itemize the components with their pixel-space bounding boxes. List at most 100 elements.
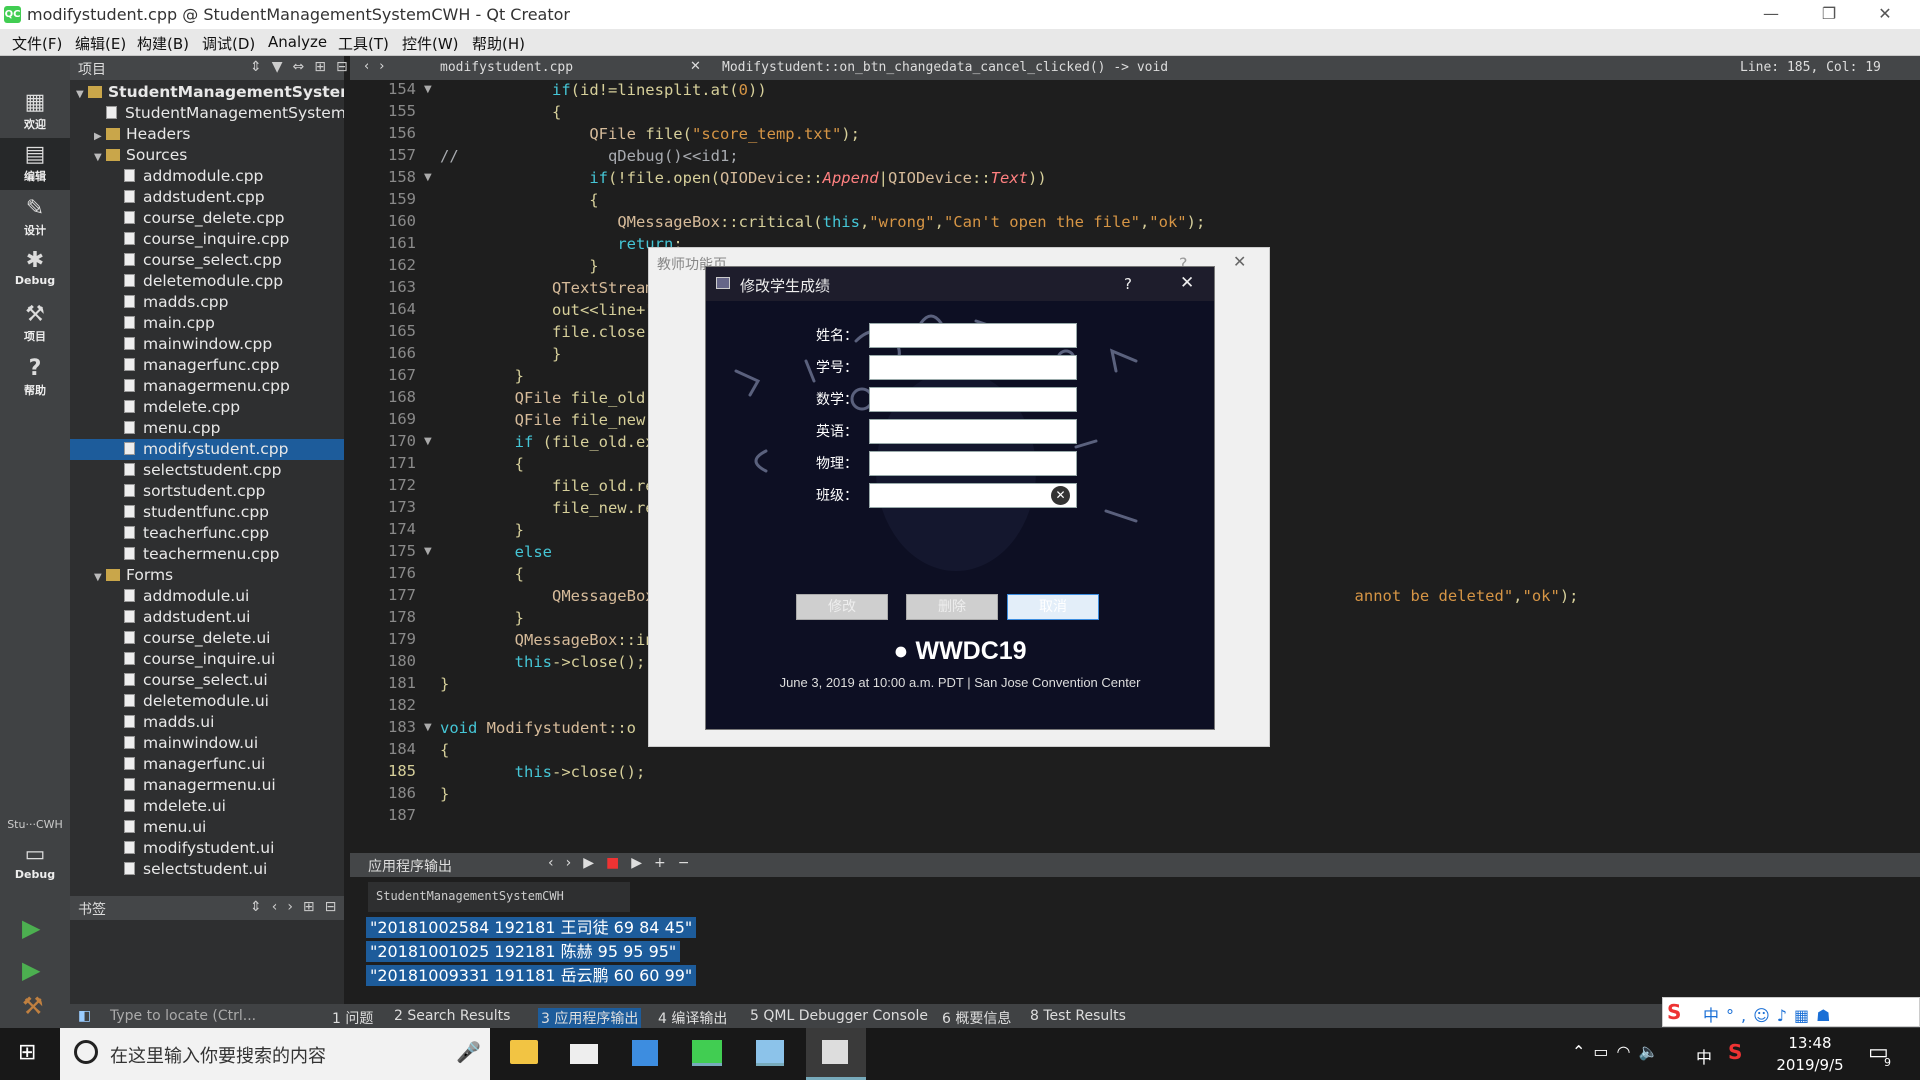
mode-debug[interactable]: ✱ Debug (0, 244, 70, 296)
tree-file-item[interactable]: course_inquire.cpp (70, 229, 344, 250)
fold-marker-icon[interactable]: ▼ (424, 546, 432, 557)
tree-folder-item[interactable]: ▼ StudentManagementSystemC (70, 82, 344, 103)
tree-file-item[interactable]: mainwindow.ui (70, 733, 344, 754)
tree-file-item[interactable]: modifystudent.ui (70, 838, 344, 859)
tree-file-item[interactable]: teacherfunc.cpp (70, 523, 344, 544)
bookmark-nav-icon[interactable]: ⇕‹›⊞⊟ (250, 899, 346, 915)
function-selector[interactable]: Modifystudent::on_btn_changedata_cancel_… (722, 60, 1168, 75)
status-tab-compile[interactable]: 4 编译输出 (658, 1008, 727, 1028)
tree-file-item[interactable]: managerfunc.cpp (70, 355, 344, 376)
mode-projects[interactable]: ⚒ 项目 (0, 298, 70, 350)
tree-file-item[interactable]: menu.ui (70, 817, 344, 838)
taskbar-search[interactable]: 在这里输入你要搜索的内容 🎤 (60, 1028, 490, 1080)
build-button[interactable]: ⚒ (22, 992, 44, 1020)
run-button[interactable]: ▶ (22, 914, 40, 942)
tree-file-item[interactable]: deletemodule.cpp (70, 271, 344, 292)
tree-file-item[interactable]: teachermenu.cpp (70, 544, 344, 565)
fold-marker-icon[interactable]: ▼ (424, 722, 432, 733)
dialog-help-button[interactable]: ? (1124, 275, 1132, 293)
nav-arrows-icon[interactable]: ‹› (364, 59, 394, 74)
tree-file-item[interactable]: selectstudent.cpp (70, 460, 344, 481)
tree-file-item[interactable]: mdelete.cpp (70, 397, 344, 418)
windows-start-icon[interactable]: ⊞ (18, 1040, 36, 1065)
tree-folder-item[interactable]: StudentManagementSystem (70, 103, 344, 124)
tree-file-item[interactable]: managerfunc.ui (70, 754, 344, 775)
menu-edit[interactable]: 编辑(E) (75, 33, 126, 54)
class-field[interactable] (869, 483, 1077, 508)
menu-file[interactable]: 文件(F) (12, 33, 62, 54)
tree-folder-item[interactable]: ▼ Forms (70, 565, 344, 586)
tree-file-item[interactable]: mdelete.ui (70, 796, 344, 817)
tree-file-item[interactable]: course_inquire.ui (70, 649, 344, 670)
tree-file-item[interactable]: course_select.cpp (70, 250, 344, 271)
output-body[interactable]: "20181002584 192181 王司徒 69 84 45" "20181… (350, 912, 1905, 1004)
active-app-taskbar-icon[interactable] (806, 1028, 866, 1080)
mail-icon[interactable] (570, 1044, 598, 1064)
tree-file-item[interactable]: addmodule.cpp (70, 166, 344, 187)
menu-build[interactable]: 构建(B) (137, 33, 189, 54)
tree-file-item[interactable]: managermenu.cpp (70, 376, 344, 397)
student-id-field[interactable] (869, 355, 1077, 380)
tree-file-item[interactable]: course_delete.ui (70, 628, 344, 649)
menu-debug[interactable]: 调试(D) (202, 33, 255, 54)
sidebar-toggle-icon[interactable]: ◧ (78, 1008, 91, 1024)
english-score-field[interactable] (869, 419, 1077, 444)
menu-analyze[interactable]: Analyze (268, 33, 327, 51)
tree-file-item[interactable]: main.cpp (70, 313, 344, 334)
dialog-close-button[interactable]: ✕ (1180, 273, 1194, 293)
math-score-field[interactable] (869, 387, 1077, 412)
mode-edit[interactable]: ▤ 编辑 (0, 138, 70, 190)
tree-arrow-icon[interactable]: ▶ (94, 127, 106, 147)
tree-file-item[interactable]: selectstudent.ui (70, 859, 344, 878)
name-field[interactable] (869, 323, 1077, 348)
physics-score-field[interactable] (869, 451, 1077, 476)
ime-language[interactable]: 中 (1696, 1044, 1712, 1068)
tree-folder-item[interactable]: ▶ Headers (70, 124, 344, 145)
fold-marker-icon[interactable]: ▼ (424, 436, 432, 447)
tree-arrow-icon[interactable]: ▼ (94, 148, 106, 168)
sogou-tray-icon[interactable]: S (1728, 1040, 1742, 1064)
tree-file-item[interactable]: addmodule.ui (70, 586, 344, 607)
tree-arrow-icon[interactable]: ▼ (76, 85, 88, 105)
store-icon[interactable] (632, 1040, 658, 1066)
open-file-name[interactable]: modifystudent.cpp (440, 60, 573, 75)
tree-file-item[interactable]: menu.cpp (70, 418, 344, 439)
tree-file-item[interactable]: managermenu.ui (70, 775, 344, 796)
mode-design[interactable]: ✎ 设计 (0, 192, 70, 244)
clock-date[interactable]: 2019/9/5 (1770, 1056, 1850, 1074)
delete-button[interactable]: 删除 (906, 594, 998, 620)
debug-run-button[interactable]: ▶ (22, 956, 40, 984)
tree-file-item[interactable]: deletemodule.ui (70, 691, 344, 712)
tree-arrow-icon[interactable]: ▼ (94, 568, 106, 588)
tree-file-item[interactable]: addstudent.ui (70, 607, 344, 628)
kit-selector[interactable]: ▭ Debug (0, 838, 70, 890)
locator-input[interactable]: Type to locate (Ctrl... (110, 1008, 256, 1024)
tree-file-item[interactable]: addstudent.cpp (70, 187, 344, 208)
menu-tools[interactable]: 工具(T) (338, 33, 389, 54)
clock-time[interactable]: 13:48 (1770, 1034, 1850, 1052)
file-explorer-icon[interactable] (510, 1040, 538, 1064)
output-controls-icon[interactable]: ‹›▶■▶+− (548, 855, 701, 871)
ime-toolbar[interactable]: S 中°,☺♪▦☗ (1662, 997, 1920, 1027)
restore-button[interactable]: ❐ (1806, 2, 1852, 26)
cancel-button[interactable]: 取消 (1007, 594, 1099, 620)
tree-file-item[interactable]: course_select.ui (70, 670, 344, 691)
mode-help[interactable]: ? 帮助 (0, 352, 70, 404)
fold-marker-icon[interactable]: ▼ (424, 84, 432, 95)
status-tab-issues[interactable]: 1 问题 (332, 1008, 373, 1028)
tree-file-item[interactable]: mainwindow.cpp (70, 334, 344, 355)
close-file-icon[interactable]: ✕ (690, 59, 701, 74)
teacher-close-button[interactable]: ✕ (1233, 252, 1246, 271)
status-tab-qml[interactable]: 5 QML Debugger Console (750, 1008, 928, 1024)
microphone-icon[interactable]: 🎤 (456, 1040, 481, 1064)
close-button[interactable]: ✕ (1862, 2, 1908, 26)
fold-marker-icon[interactable]: ▼ (424, 172, 432, 183)
qt-creator-taskbar-icon[interactable] (692, 1040, 722, 1066)
tree-file-item[interactable]: sortstudent.cpp (70, 481, 344, 502)
tree-file-item[interactable]: madds.ui (70, 712, 344, 733)
modify-button[interactable]: 修改 (796, 594, 888, 620)
output-tab[interactable]: StudentManagementSystemCWH (368, 882, 630, 912)
status-tab-search[interactable]: 2 Search Results (394, 1008, 510, 1024)
tree-file-item[interactable]: modifystudent.cpp (70, 439, 344, 460)
clear-field-icon[interactable]: ✕ (1051, 486, 1070, 505)
